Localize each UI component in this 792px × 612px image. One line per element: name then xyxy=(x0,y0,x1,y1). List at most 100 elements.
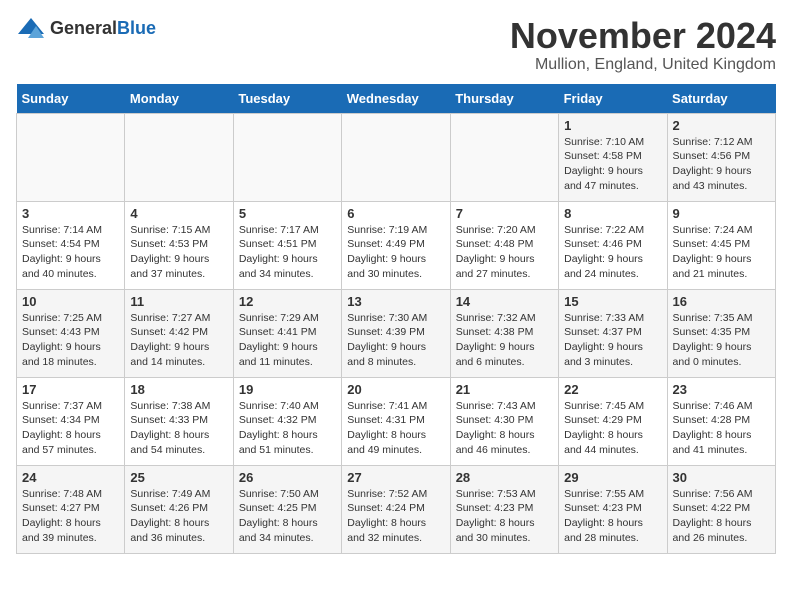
calendar-cell: 29 Sunrise: 7:55 AM Sunset: 4:23 PM Dayli… xyxy=(559,465,667,553)
day-number: 19 xyxy=(239,382,336,397)
day-info: Sunrise: 7:19 AM Sunset: 4:49 PM Dayligh… xyxy=(347,223,444,282)
day-info: Sunrise: 7:56 AM Sunset: 4:22 PM Dayligh… xyxy=(673,487,770,546)
day-info: Sunrise: 7:40 AM Sunset: 4:32 PM Dayligh… xyxy=(239,399,336,458)
day-number: 17 xyxy=(22,382,119,397)
calendar-cell: 19 Sunrise: 7:40 AM Sunset: 4:32 PM Dayli… xyxy=(233,377,341,465)
calendar-cell xyxy=(342,113,450,201)
day-info: Sunrise: 7:17 AM Sunset: 4:51 PM Dayligh… xyxy=(239,223,336,282)
calendar-cell: 28 Sunrise: 7:53 AM Sunset: 4:23 PM Dayli… xyxy=(450,465,558,553)
logo: GeneralBlue xyxy=(16,16,156,40)
day-number: 22 xyxy=(564,382,661,397)
day-number: 14 xyxy=(456,294,553,309)
logo-blue: Blue xyxy=(117,18,156,38)
calendar-cell: 18Sunrise: 7:38 AM Sunset: 4:33 PM Dayli… xyxy=(125,377,233,465)
day-info: Sunrise: 7:22 AM Sunset: 4:46 PM Dayligh… xyxy=(564,223,661,282)
day-number: 18 xyxy=(130,382,227,397)
day-number: 15 xyxy=(564,294,661,309)
day-info: Sunrise: 7:55 AM Sunset: 4:23 PM Dayligh… xyxy=(564,487,661,546)
calendar-cell: 10 Sunrise: 7:25 AM Sunset: 4:43 PM Dayli… xyxy=(17,289,125,377)
logo-icon xyxy=(16,16,46,40)
header-wednesday: Wednesday xyxy=(342,84,450,114)
calendar-cell: 27 Sunrise: 7:52 AM Sunset: 4:24 PM Dayli… xyxy=(342,465,450,553)
day-info: Sunrise: 7:27 AM Sunset: 4:42 PM Dayligh… xyxy=(130,311,227,370)
day-info: Sunrise: 7:30 AM Sunset: 4:39 PM Dayligh… xyxy=(347,311,444,370)
day-number: 10 xyxy=(22,294,119,309)
calendar-cell: 23Sunrise: 7:46 AM Sunset: 4:28 PM Dayli… xyxy=(667,377,775,465)
calendar-cell: 14 Sunrise: 7:32 AM Sunset: 4:38 PM Dayli… xyxy=(450,289,558,377)
day-number: 20 xyxy=(347,382,444,397)
day-info: Sunrise: 7:53 AM Sunset: 4:23 PM Dayligh… xyxy=(456,487,553,546)
header: GeneralBlue November 2024 Mullion, Engla… xyxy=(16,16,776,74)
calendar-cell: 3 Sunrise: 7:14 AM Sunset: 4:54 PM Daylig… xyxy=(17,201,125,289)
week-row-1: 1Sunrise: 7:10 AM Sunset: 4:58 PM Daylig… xyxy=(17,113,776,201)
day-number: 1 xyxy=(564,118,661,133)
weekday-header-row: SundayMondayTuesdayWednesdayThursdayFrid… xyxy=(17,84,776,114)
day-number: 2 xyxy=(673,118,770,133)
calendar-cell: 1Sunrise: 7:10 AM Sunset: 4:58 PM Daylig… xyxy=(559,113,667,201)
header-monday: Monday xyxy=(125,84,233,114)
day-number: 27 xyxy=(347,470,444,485)
day-info: Sunrise: 7:25 AM Sunset: 4:43 PM Dayligh… xyxy=(22,311,119,370)
day-info: Sunrise: 7:41 AM Sunset: 4:31 PM Dayligh… xyxy=(347,399,444,458)
calendar-cell: 8 Sunrise: 7:22 AM Sunset: 4:46 PM Daylig… xyxy=(559,201,667,289)
week-row-4: 17 Sunrise: 7:37 AM Sunset: 4:34 PM Dayli… xyxy=(17,377,776,465)
day-info: Sunrise: 7:14 AM Sunset: 4:54 PM Dayligh… xyxy=(22,223,119,282)
calendar-cell: 2 Sunrise: 7:12 AM Sunset: 4:56 PM Daylig… xyxy=(667,113,775,201)
day-info: Sunrise: 7:33 AM Sunset: 4:37 PM Dayligh… xyxy=(564,311,661,370)
calendar-cell: 12Sunrise: 7:29 AM Sunset: 4:41 PM Dayli… xyxy=(233,289,341,377)
day-info: Sunrise: 7:20 AM Sunset: 4:48 PM Dayligh… xyxy=(456,223,553,282)
day-number: 5 xyxy=(239,206,336,221)
week-row-2: 3 Sunrise: 7:14 AM Sunset: 4:54 PM Daylig… xyxy=(17,201,776,289)
header-saturday: Saturday xyxy=(667,84,775,114)
day-info: Sunrise: 7:37 AM Sunset: 4:34 PM Dayligh… xyxy=(22,399,119,458)
calendar-cell: 22 Sunrise: 7:45 AM Sunset: 4:29 PM Dayli… xyxy=(559,377,667,465)
header-tuesday: Tuesday xyxy=(233,84,341,114)
day-number: 3 xyxy=(22,206,119,221)
header-friday: Friday xyxy=(559,84,667,114)
calendar-cell: 16 Sunrise: 7:35 AM Sunset: 4:35 PM Dayli… xyxy=(667,289,775,377)
day-number: 9 xyxy=(673,206,770,221)
title-area: November 2024 Mullion, England, United K… xyxy=(510,16,776,74)
day-number: 8 xyxy=(564,206,661,221)
calendar-cell: 9 Sunrise: 7:24 AM Sunset: 4:45 PM Daylig… xyxy=(667,201,775,289)
day-info: Sunrise: 7:52 AM Sunset: 4:24 PM Dayligh… xyxy=(347,487,444,546)
calendar-cell: 26Sunrise: 7:50 AM Sunset: 4:25 PM Dayli… xyxy=(233,465,341,553)
calendar-cell xyxy=(233,113,341,201)
day-number: 21 xyxy=(456,382,553,397)
day-number: 28 xyxy=(456,470,553,485)
calendar-cell: 13 Sunrise: 7:30 AM Sunset: 4:39 PM Dayli… xyxy=(342,289,450,377)
calendar-cell xyxy=(17,113,125,201)
week-row-5: 24 Sunrise: 7:48 AM Sunset: 4:27 PM Dayli… xyxy=(17,465,776,553)
location: Mullion, England, United Kingdom xyxy=(510,56,776,74)
calendar-cell: 20 Sunrise: 7:41 AM Sunset: 4:31 PM Dayli… xyxy=(342,377,450,465)
week-row-3: 10 Sunrise: 7:25 AM Sunset: 4:43 PM Dayli… xyxy=(17,289,776,377)
day-number: 25 xyxy=(130,470,227,485)
calendar-cell: 6 Sunrise: 7:19 AM Sunset: 4:49 PM Daylig… xyxy=(342,201,450,289)
day-number: 30 xyxy=(673,470,770,485)
calendar-cell: 25Sunrise: 7:49 AM Sunset: 4:26 PM Dayli… xyxy=(125,465,233,553)
day-number: 13 xyxy=(347,294,444,309)
day-number: 24 xyxy=(22,470,119,485)
day-info: Sunrise: 7:15 AM Sunset: 4:53 PM Dayligh… xyxy=(130,223,227,282)
day-info: Sunrise: 7:24 AM Sunset: 4:45 PM Dayligh… xyxy=(673,223,770,282)
day-number: 11 xyxy=(130,294,227,309)
day-info: Sunrise: 7:12 AM Sunset: 4:56 PM Dayligh… xyxy=(673,135,770,194)
calendar-cell: 15 Sunrise: 7:33 AM Sunset: 4:37 PM Dayli… xyxy=(559,289,667,377)
day-info: Sunrise: 7:35 AM Sunset: 4:35 PM Dayligh… xyxy=(673,311,770,370)
day-info: Sunrise: 7:32 AM Sunset: 4:38 PM Dayligh… xyxy=(456,311,553,370)
day-info: Sunrise: 7:45 AM Sunset: 4:29 PM Dayligh… xyxy=(564,399,661,458)
day-info: Sunrise: 7:50 AM Sunset: 4:25 PM Dayligh… xyxy=(239,487,336,546)
day-number: 23 xyxy=(673,382,770,397)
day-number: 29 xyxy=(564,470,661,485)
logo-general: General xyxy=(50,18,117,38)
calendar-cell: 11 Sunrise: 7:27 AM Sunset: 4:42 PM Dayli… xyxy=(125,289,233,377)
day-number: 6 xyxy=(347,206,444,221)
calendar-cell: 24 Sunrise: 7:48 AM Sunset: 4:27 PM Dayli… xyxy=(17,465,125,553)
calendar-cell: 5 Sunrise: 7:17 AM Sunset: 4:51 PM Daylig… xyxy=(233,201,341,289)
day-info: Sunrise: 7:48 AM Sunset: 4:27 PM Dayligh… xyxy=(22,487,119,546)
calendar-cell xyxy=(450,113,558,201)
day-number: 7 xyxy=(456,206,553,221)
day-info: Sunrise: 7:43 AM Sunset: 4:30 PM Dayligh… xyxy=(456,399,553,458)
day-number: 16 xyxy=(673,294,770,309)
day-number: 4 xyxy=(130,206,227,221)
